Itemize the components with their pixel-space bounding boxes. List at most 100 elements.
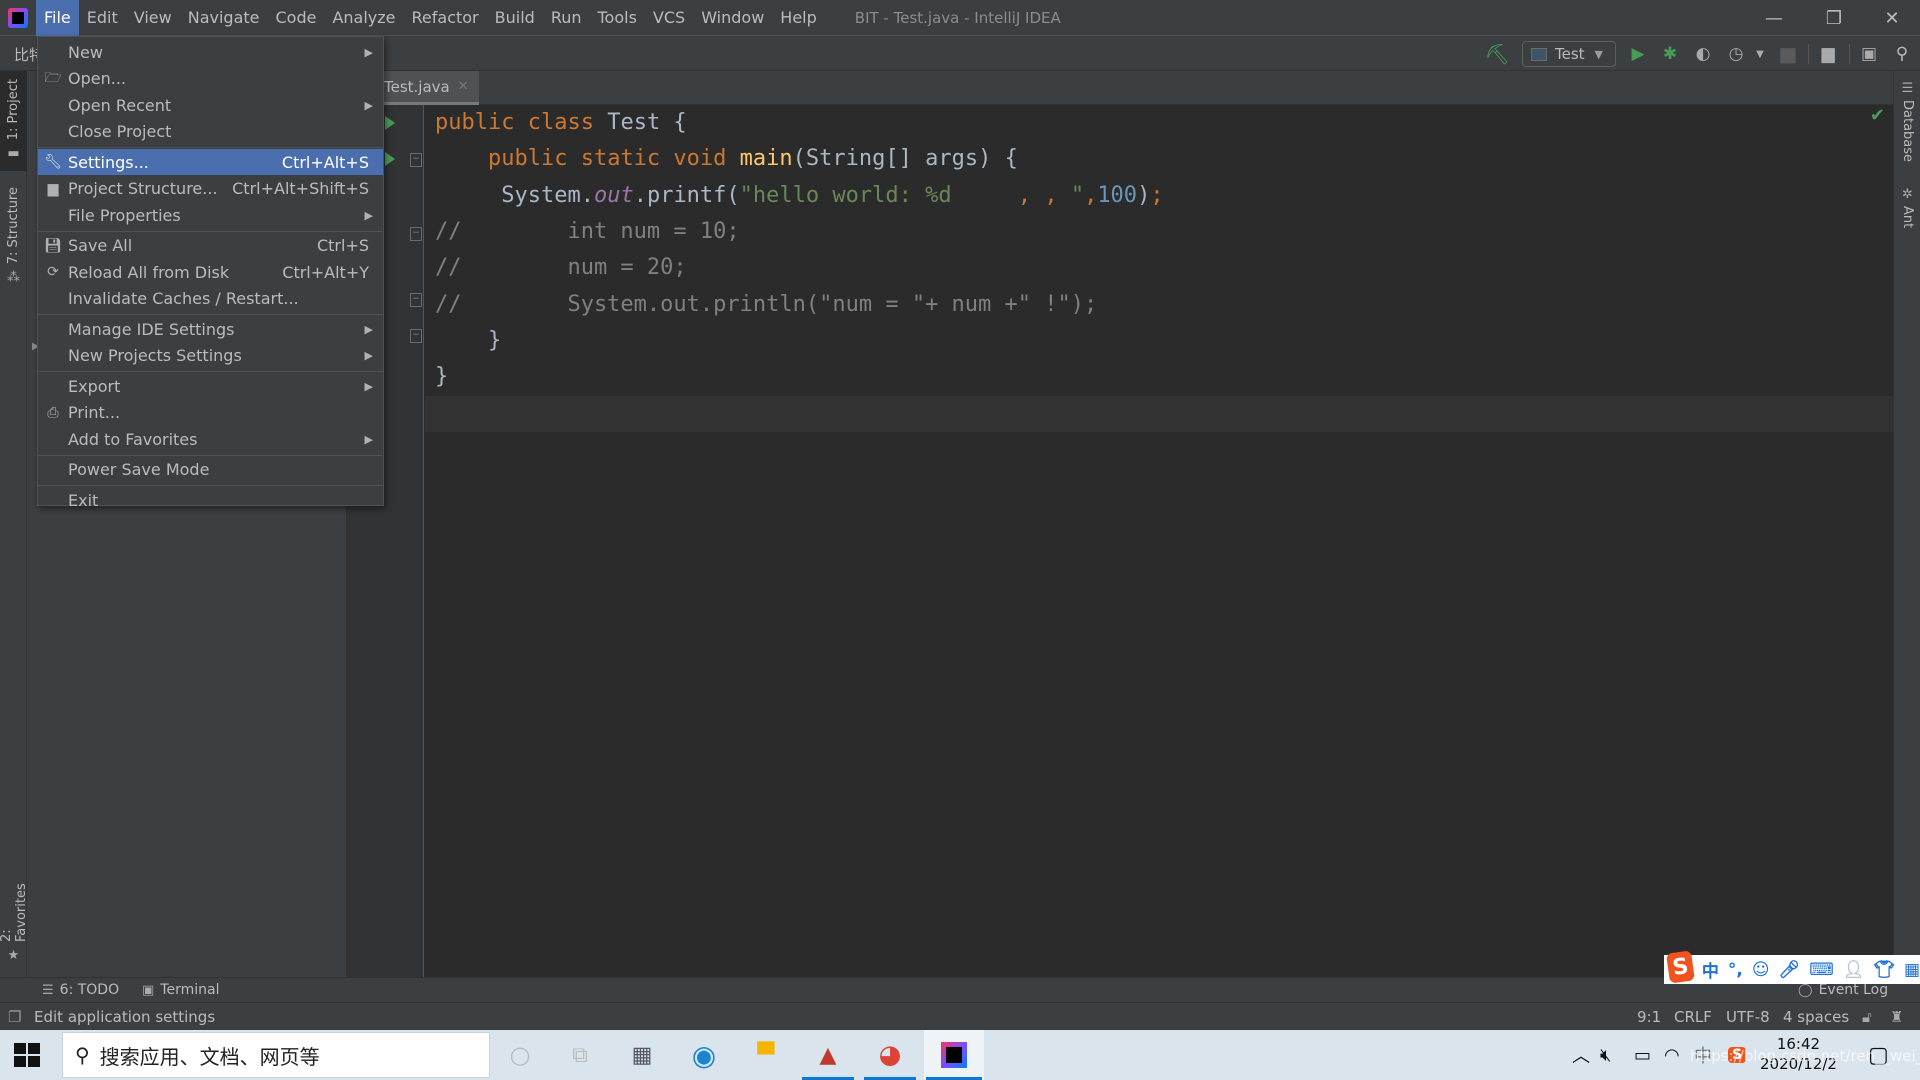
tool-tab-structure[interactable]: 7: Structure ⁂ (0, 183, 27, 293)
show-hidden-icons[interactable]: ︿ (1572, 1030, 1590, 1080)
file-encoding[interactable]: UTF-8 (1726, 1008, 1770, 1026)
code-line[interactable]: public static void main(String[] args) { (435, 141, 1018, 177)
menu-build[interactable]: Build (487, 0, 543, 36)
code-editor[interactable]: − − − − public class Test { public stati… (347, 105, 1893, 977)
menu-item-power-save-mode[interactable]: Power Save Mode (38, 457, 383, 483)
ime-punctuation-toggle[interactable]: °, (1728, 960, 1743, 980)
menu-item-save-all[interactable]: 💾︎ Save All Ctrl+S (38, 233, 383, 259)
menu-file[interactable]: File (36, 0, 79, 36)
microphone-icon[interactable]: 🎤︎ (1779, 960, 1801, 980)
menu-code[interactable]: Code (268, 0, 325, 36)
menu-item-invalidate-caches-restart[interactable]: Invalidate Caches / Restart... (38, 286, 383, 312)
file-explorer-icon[interactable]: ▀ (738, 1030, 794, 1080)
minimize-button[interactable]: — (1744, 0, 1804, 36)
menu-item-new-projects-settings[interactable]: New Projects Settings ▶ (38, 343, 383, 369)
menu-edit[interactable]: Edit (79, 0, 126, 36)
windows-start-icon[interactable] (14, 1043, 40, 1067)
skin-icon[interactable]: 👕︎ (1873, 960, 1895, 980)
emoji-icon[interactable]: ☺ (1752, 960, 1770, 980)
menu-item-close-project[interactable]: Close Project (38, 119, 383, 145)
event-log-button[interactable]: ◯ Event Log (1798, 982, 1888, 998)
ime-mode-toggle[interactable]: 中 (1702, 957, 1719, 982)
battery-icon[interactable]: ▭ (1634, 1030, 1651, 1080)
menu-item-open-recent[interactable]: Open Recent ▶ (38, 92, 383, 118)
menu-help[interactable]: Help (772, 0, 824, 36)
user-icon[interactable]: 👤︎ (1843, 960, 1865, 980)
cortana-icon[interactable]: ○ (492, 1030, 548, 1080)
wifi-icon[interactable]: ◠ (1664, 1030, 1680, 1080)
close-tab-icon[interactable]: ✕ (458, 79, 469, 94)
menu-item-exit[interactable]: Exit (38, 487, 383, 513)
menu-item-open[interactable]: 🗁︎ Open... (38, 66, 383, 92)
line-separator[interactable]: CRLF (1674, 1008, 1712, 1026)
calculator-icon[interactable]: ▦ (614, 1030, 670, 1080)
caret-position[interactable]: 9:1 (1637, 1008, 1661, 1026)
tool-tab-project[interactable]: 1: Project ▬ (0, 71, 27, 171)
run-main-gutter-icon[interactable] (385, 152, 395, 166)
search-icon[interactable]: ⚲ (1890, 42, 1914, 66)
run-configuration-select[interactable]: Test ▼ (1522, 41, 1616, 67)
menu-navigate[interactable]: Navigate (180, 0, 268, 36)
chrome-icon[interactable]: ◕ (862, 1030, 918, 1080)
menu-item-add-to-favorites[interactable]: Add to Favorites ▶ (38, 426, 383, 452)
menu-item-print[interactable]: ⎙ Print... (38, 400, 383, 426)
menu-refactor[interactable]: Refactor (404, 0, 487, 36)
edge-icon[interactable]: ◉ (676, 1030, 732, 1080)
restore-button[interactable]: ❐ (1804, 0, 1864, 36)
code-line[interactable]: public class Test { (435, 105, 687, 141)
lock-open-icon[interactable]: 🔓︎ (1862, 1008, 1872, 1026)
task-view-icon[interactable]: ⧉ (552, 1030, 608, 1080)
menu-run[interactable]: Run (543, 0, 590, 36)
code-line[interactable]: } (435, 359, 448, 395)
menu-item-manage-ide-settings[interactable]: Manage IDE Settings ▶ (38, 316, 383, 342)
fold-icon[interactable]: − (410, 153, 422, 167)
tool-tab-favorites[interactable]: 2: Favorites ★ (0, 863, 29, 963)
run-anything-icon[interactable]: ▣ (1857, 42, 1881, 66)
matlab-icon[interactable]: ▲ (800, 1030, 856, 1080)
close-window-button[interactable]: ✕ (1862, 0, 1920, 36)
taskbar-search-box[interactable]: ⚲ 搜索应用、文档、网页等 (62, 1032, 490, 1078)
menu-view[interactable]: View (126, 0, 180, 36)
run-icon[interactable]: ▶ (1626, 42, 1650, 66)
fold-end-icon[interactable]: − (410, 293, 422, 307)
profile-icon[interactable]: ◷ (1724, 42, 1748, 66)
inspection-ok-icon[interactable]: ✔ (1870, 105, 1885, 126)
tab-test-java[interactable]: Test.java ✕ (384, 71, 479, 105)
code-line[interactable]: // System.out.println("num = "+ num +" !… (435, 287, 1097, 323)
tool-tab-todo[interactable]: ☰ 6: TODO (42, 982, 119, 998)
run-class-gutter-icon[interactable] (385, 116, 395, 130)
code-line[interactable]: } (435, 323, 501, 359)
code-line[interactable]: // num = 20; (435, 250, 687, 286)
menu-item-file-properties[interactable]: File Properties ▶ (38, 202, 383, 228)
menu-item-new[interactable]: New ▶ (38, 39, 383, 65)
tool-tab-ant[interactable]: ✲ Ant (1894, 187, 1920, 247)
menu-item-export[interactable]: Export ▶ (38, 373, 383, 399)
build-hammer-icon[interactable]: ⛏ (1484, 42, 1509, 66)
menu-window[interactable]: Window (693, 0, 772, 36)
grid-icon[interactable]: ▦ (1904, 960, 1920, 980)
tool-tab-terminal[interactable]: ▣ Terminal (142, 982, 219, 998)
volume-muted-icon[interactable]: 🔇︎ (1600, 1030, 1611, 1080)
menu-tools[interactable]: Tools (590, 0, 645, 36)
menu-item-project-structure[interactable]: ▆ Project Structure... Ctrl+Alt+Shift+S (38, 176, 383, 202)
fold-end-icon[interactable]: − (410, 329, 422, 343)
hector-inspector-icon[interactable]: ♜ (1890, 1008, 1903, 1026)
code-line[interactable]: System.out.printf("hello world: %d , , "… (435, 178, 1163, 214)
stop-icon[interactable]: ■ (1776, 42, 1800, 66)
coverage-icon[interactable]: ◐ (1691, 42, 1715, 66)
menu-analyze[interactable]: Analyze (324, 0, 403, 36)
code-line[interactable]: // int num = 10; (435, 214, 740, 250)
debug-icon[interactable]: ✱ (1658, 42, 1682, 66)
menu-item-reload-all-from-disk[interactable]: ⟳ Reload All from Disk Ctrl+Alt+Y (38, 259, 383, 285)
menu-vcs[interactable]: VCS (645, 0, 693, 36)
toggle-tool-windows-icon[interactable]: ❐ (8, 1008, 21, 1026)
fold-icon[interactable]: − (410, 227, 422, 241)
profile-dropdown-icon[interactable]: ▼ (1748, 42, 1772, 66)
indent-setting[interactable]: 4 spaces (1783, 1008, 1849, 1026)
project-structure-icon[interactable]: ▆ (1816, 42, 1840, 66)
menu-item-settings[interactable]: 🔧︎ Settings... Ctrl+Alt+S (38, 149, 383, 175)
keyboard-icon[interactable]: ⌨ (1809, 960, 1834, 980)
tool-tab-database[interactable]: ☰ Database (1894, 81, 1920, 171)
intellij-taskbar-icon[interactable] (924, 1030, 984, 1080)
sogou-logo-icon[interactable]: S (1666, 949, 1695, 984)
